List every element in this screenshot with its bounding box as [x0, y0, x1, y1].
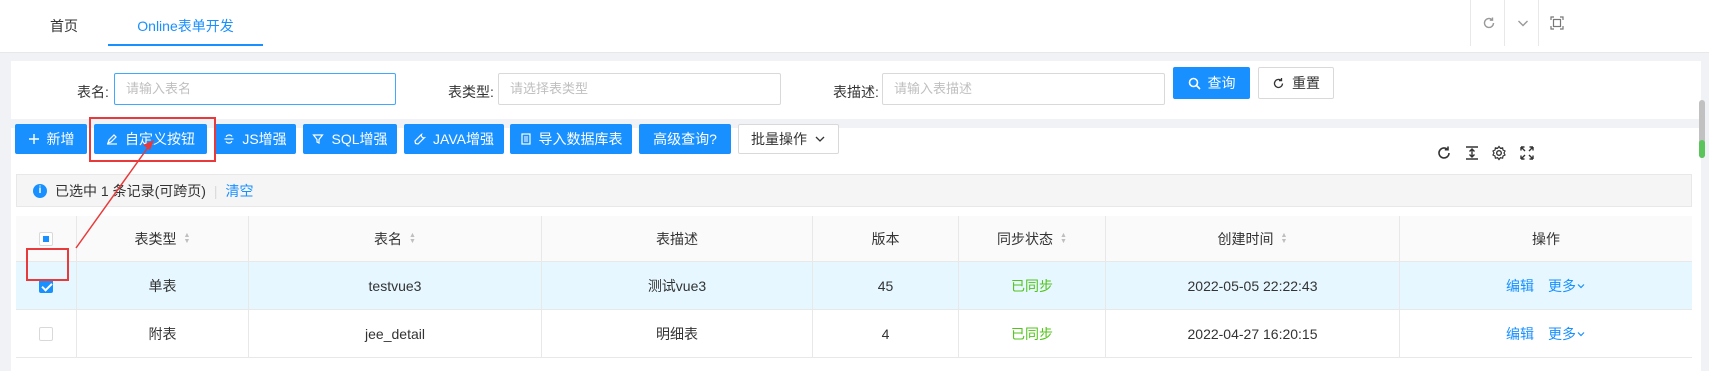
annotation-arrow	[75, 140, 154, 249]
scrollbar-indicator	[1699, 140, 1705, 158]
